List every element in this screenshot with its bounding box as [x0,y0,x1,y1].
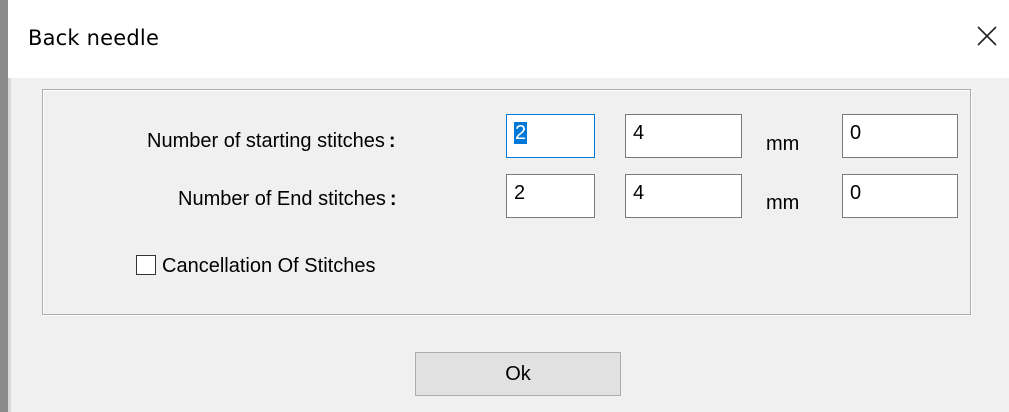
close-button[interactable] [965,16,1009,56]
dialog-title: Back needle [28,26,160,50]
starting-stitches-extra-input[interactable]: 0 [842,114,958,158]
starting-stitches-extra-value: 0 [850,122,862,144]
ok-button-label: Ok [505,362,531,385]
cancellation-checkbox[interactable] [136,255,156,275]
starting-stitches-count-input[interactable]: 2 [506,114,595,158]
starting-stitches-unit: mm [766,133,800,155]
end-stitches-extra-value: 0 [850,182,862,204]
end-stitches-unit: mm [766,192,800,214]
close-icon [977,26,997,46]
ok-button[interactable]: Ok [415,352,621,396]
starting-stitches-length-input[interactable]: 4 [625,114,742,158]
end-stitches-count-input[interactable]: 2 [506,174,595,218]
dialog-content: Number of starting stitches: 2 4 mm 0 Nu… [11,78,1009,412]
starting-stitches-label: Number of starting stitches: [147,130,396,152]
end-stitches-length-value: 4 [633,182,645,204]
end-stitches-extra-input[interactable]: 0 [842,174,958,218]
starting-stitches-count-value: 2 [514,122,528,144]
cancellation-checkbox-label[interactable]: Cancellation Of Stitches [162,255,375,278]
starting-stitches-length-value: 4 [633,122,645,144]
end-stitches-length-input[interactable]: 4 [625,174,742,218]
back-needle-dialog: Back needle Number of starting stitches:… [0,0,1009,412]
window-left-edge [0,0,11,412]
end-stitches-count-value: 2 [514,182,526,204]
end-stitches-label: Number of End stitches: [178,188,397,210]
title-bar[interactable]: Back needle [8,0,1009,78]
